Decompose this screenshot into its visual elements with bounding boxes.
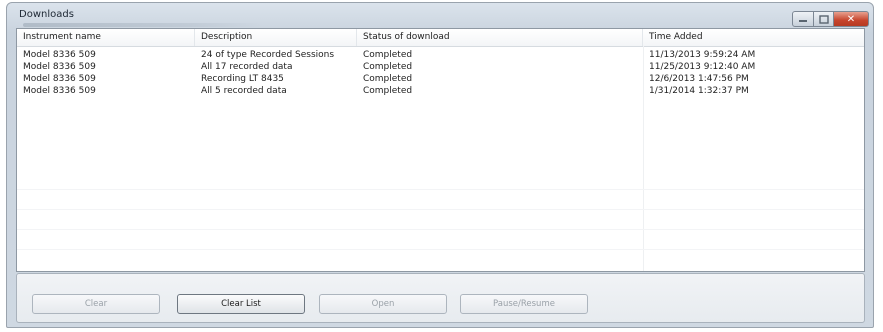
- column-header-instrument[interactable]: Instrument name: [17, 29, 195, 46]
- cell-description: All 17 recorded data: [201, 62, 293, 72]
- background-menu-bar: [23, 23, 263, 27]
- cell-instrument: Model 8336 509: [23, 62, 96, 72]
- cell-status: Completed: [363, 86, 413, 96]
- faint-row-line: [17, 189, 864, 190]
- cell-description: 24 of type Recorded Sessions: [201, 50, 335, 60]
- table-row[interactable]: Model 8336 509 All 5 recorded data Compl…: [17, 85, 864, 97]
- cell-time-added: 11/25/2013 9:12:40 AM: [649, 62, 756, 72]
- cell-description: All 5 recorded data: [201, 86, 287, 96]
- pause-resume-button[interactable]: Pause/Resume: [460, 294, 588, 314]
- cell-status: Completed: [363, 74, 413, 84]
- maximize-icon[interactable]: [813, 11, 834, 27]
- cell-time-added: 1/31/2014 1:32:37 PM: [649, 86, 749, 96]
- close-icon[interactable]: ✕: [833, 11, 869, 27]
- cell-description: Recording LT 8435: [201, 74, 284, 84]
- title-bar[interactable]: Downloads ✕: [7, 3, 873, 31]
- cell-instrument: Model 8336 509: [23, 86, 96, 96]
- table-row[interactable]: Model 8336 509 24 of type Recorded Sessi…: [17, 49, 864, 61]
- table-row[interactable]: Model 8336 509 All 17 recorded data Comp…: [17, 61, 864, 73]
- clear-button[interactable]: Clear: [32, 294, 160, 314]
- column-header-time-added[interactable]: Time Added: [643, 29, 864, 46]
- cell-status: Completed: [363, 50, 413, 60]
- downloads-list[interactable]: Instrument name Description Status of do…: [16, 28, 865, 272]
- cell-instrument: Model 8336 509: [23, 50, 96, 60]
- cell-status: Completed: [363, 62, 413, 72]
- open-button[interactable]: Open: [319, 294, 447, 314]
- faint-row-line: [17, 249, 864, 250]
- cell-instrument: Model 8336 509: [23, 74, 96, 84]
- column-header-description[interactable]: Description: [195, 29, 357, 46]
- downloads-window: Downloads ✕ Instrument name Description …: [6, 2, 874, 328]
- window-title: Downloads: [19, 9, 74, 20]
- faint-row-line: [17, 229, 864, 230]
- faint-row-line: [17, 209, 864, 210]
- clear-list-button[interactable]: Clear List: [177, 294, 305, 314]
- maximize-glyph: [818, 14, 829, 24]
- column-header-status[interactable]: Status of download: [357, 29, 643, 46]
- list-header: Instrument name Description Status of do…: [17, 29, 864, 47]
- minimize-glyph: [799, 20, 807, 22]
- cell-time-added: 12/6/2013 1:47:56 PM: [649, 74, 749, 84]
- button-bar: Clear Clear List Open Pause/Resume: [16, 273, 865, 323]
- table-row[interactable]: Model 8336 509 Recording LT 8435 Complet…: [17, 73, 864, 85]
- minimize-icon[interactable]: [792, 11, 814, 27]
- cell-time-added: 11/13/2013 9:59:24 AM: [649, 50, 756, 60]
